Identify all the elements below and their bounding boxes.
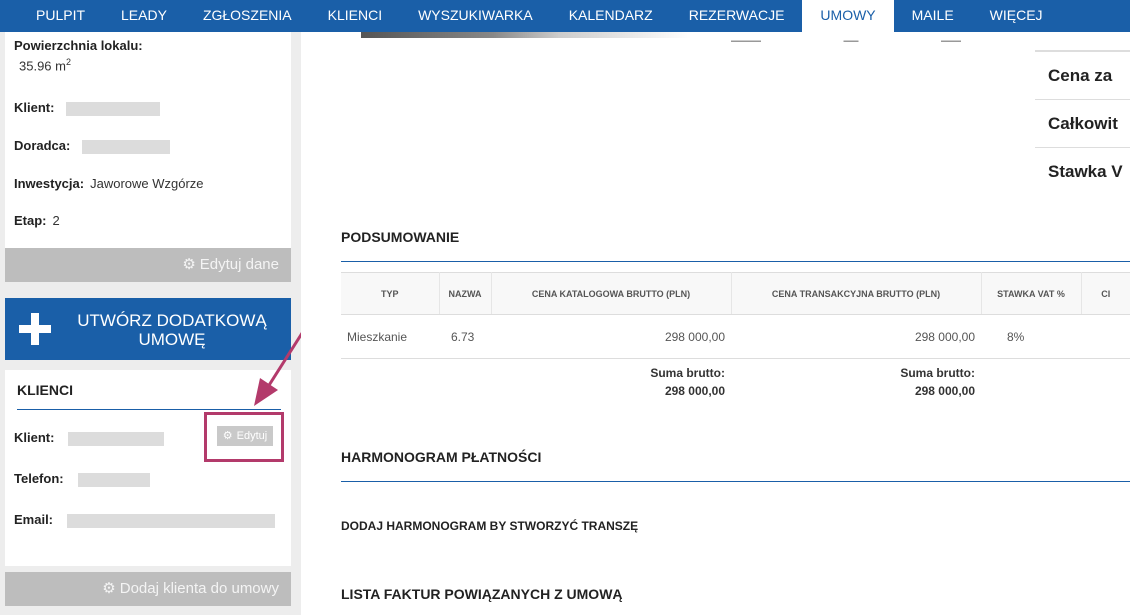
sum-catalog-label: Suma brutto: <box>650 365 725 380</box>
sum-catalog: Suma brutto: 298 000,00 <box>491 359 731 405</box>
nav-maile[interactable]: MAILE <box>894 0 972 32</box>
sum-transaction: Suma brutto: 298 000,00 <box>731 359 981 405</box>
add-client-label: Dodaj klienta do umowy <box>119 580 279 597</box>
summary-divider <box>341 261 1130 262</box>
sidebar: Powierzchnia lokalu: 35.96 m2 Klient: Do… <box>5 32 291 606</box>
client-label: Klient: <box>14 100 55 115</box>
cell-catalog-price: 298 000,00 <box>491 314 731 359</box>
cell-cut <box>1081 314 1130 359</box>
phone-redacted <box>77 472 150 487</box>
stage-label: Etap: <box>14 213 47 228</box>
stage-value: 2 <box>52 213 60 228</box>
col-cut: CI <box>1081 272 1130 315</box>
nav-umowy[interactable]: UMOWY <box>802 0 894 32</box>
area-field: Powierzchnia lokalu: <box>14 38 143 53</box>
contract-info-panel: Powierzchnia lokalu: 35.96 m2 Klient: Do… <box>5 32 291 282</box>
area-value-text: 35.96 m <box>19 58 66 74</box>
schedule-divider <box>341 481 1130 482</box>
advisor-field: Doradca: <box>14 138 171 154</box>
price-row-unit: Cena za <box>1035 51 1130 99</box>
email-field: Email: <box>14 512 276 528</box>
top-nav: PULPIT LEADY ZGŁOSZENIA KLIENCI WYSZUKIW… <box>0 0 1130 32</box>
add-client-button[interactable]: ⚙ Dodaj klienta do umowy <box>5 572 291 606</box>
cell-name: 6.73 <box>439 314 491 359</box>
nav-zgloszenia[interactable]: ZGŁOSZENIA <box>185 0 310 32</box>
summary-totals-row: Suma brutto: 298 000,00 Suma brutto: 298… <box>341 359 1130 405</box>
sum-transaction-label: Suma brutto: <box>900 365 975 380</box>
banner-logo-1: ▬▬▬▬▬▬ <box>731 38 761 44</box>
summary-table: TYP NAZWA CENA KATALOGOWA BRUTTO (PLN) C… <box>341 272 1130 405</box>
col-type: TYP <box>341 272 440 315</box>
edit-data-label: Edytuj dane <box>199 256 279 273</box>
cell-type: Mieszkanie <box>341 314 439 359</box>
client-redacted <box>66 101 161 116</box>
schedule-title: HARMONOGRAM PŁATNOŚCI <box>341 449 542 465</box>
col-vat: STAWKA VAT % <box>981 272 1082 315</box>
phone-label: Telefon: <box>14 471 64 486</box>
banner-image <box>361 32 691 38</box>
gear-icon: ⚙ <box>182 256 196 273</box>
banner-logo-2: ▬▬▬ <box>843 38 859 44</box>
main-content: ▬▬▬▬▬▬ ▬▬▬ ▬▬▬▬ Cena za Całkowit Stawka … <box>301 32 1130 615</box>
email-label: Email: <box>14 512 54 527</box>
nav-wiecej[interactable]: WIĘCEJ <box>972 0 1061 32</box>
add-schedule-text: DODAJ HARMONOGRAM BY STWORZYĆ TRANSZĘ <box>341 519 639 533</box>
sum-transaction-value: 298 000,00 <box>914 383 975 398</box>
banner-logos: ▬▬▬▬▬▬ ▬▬▬ ▬▬▬▬ <box>731 38 961 44</box>
nav-kalendarz[interactable]: KALENDARZ <box>551 0 671 32</box>
sum-empty-1 <box>341 359 439 405</box>
nav-rezerwacje[interactable]: REZERWACJE <box>671 0 803 32</box>
advisor-redacted <box>82 139 171 154</box>
client-field: Klient: <box>14 100 161 116</box>
nav-leady[interactable]: LEADY <box>103 0 185 32</box>
clients-client-redacted <box>68 431 165 446</box>
investment-field: Inwestycja: Jaworowe Wzgórze <box>14 176 204 191</box>
nav-wyszukiwarka[interactable]: WYSZUKIWARKA <box>400 0 551 32</box>
advisor-label: Doradca: <box>14 138 71 153</box>
stage-field: Etap: 2 <box>14 213 60 228</box>
summary-title: PODSUMOWANIE <box>341 229 460 245</box>
table-row: Mieszkanie 6.73 298 000,00 298 000,00 8% <box>341 314 1130 359</box>
area-unit-sup: 2 <box>65 57 71 67</box>
sum-catalog-value: 298 000,00 <box>664 383 725 398</box>
clients-client-label: Klient: <box>14 430 55 445</box>
col-transaction-price: CENA TRANSAKCYJNA BRUTTO (PLN) <box>731 272 982 315</box>
nav-pulpit[interactable]: PULPIT <box>0 0 103 32</box>
gear-icon: ⚙ <box>102 580 116 597</box>
banner-logo-3: ▬▬▬▬ <box>941 38 961 44</box>
area-label: Powierzchnia lokalu: <box>14 38 143 53</box>
plus-icon <box>19 313 51 345</box>
sum-empty-4 <box>1081 359 1130 405</box>
invoices-title: LISTA FAKTUR POWIĄZANYCH Z UMOWĄ <box>341 586 623 602</box>
area-value: 35.96 m2 <box>19 57 71 73</box>
col-catalog-price: CENA KATALOGOWA BRUTTO (PLN) <box>491 272 732 315</box>
price-row-total: Całkowit <box>1035 99 1130 147</box>
phone-field: Telefon: <box>14 471 150 487</box>
cell-vat: 8% <box>981 314 1081 359</box>
col-name: NAZWA <box>439 272 492 315</box>
highlight-box <box>204 412 284 462</box>
cell-transaction-price: 298 000,00 <box>731 314 981 359</box>
email-redacted <box>67 513 276 528</box>
clients-title: KLIENCI <box>17 382 73 398</box>
price-row-vat: Stawka V <box>1035 147 1130 195</box>
price-details-table: Cena za Całkowit Stawka V <box>1035 50 1130 195</box>
edit-data-button[interactable]: ⚙ Edytuj dane <box>5 248 291 282</box>
clients-client-field: Klient: <box>14 430 165 446</box>
summary-header-row: TYP NAZWA CENA KATALOGOWA BRUTTO (PLN) C… <box>341 272 1130 315</box>
nav-klienci[interactable]: KLIENCI <box>310 0 400 32</box>
investment-value: Jaworowe Wzgórze <box>90 176 204 191</box>
investment-label: Inwestycja: <box>14 176 85 191</box>
sum-empty-2 <box>439 359 491 405</box>
sum-empty-3 <box>981 359 1081 405</box>
